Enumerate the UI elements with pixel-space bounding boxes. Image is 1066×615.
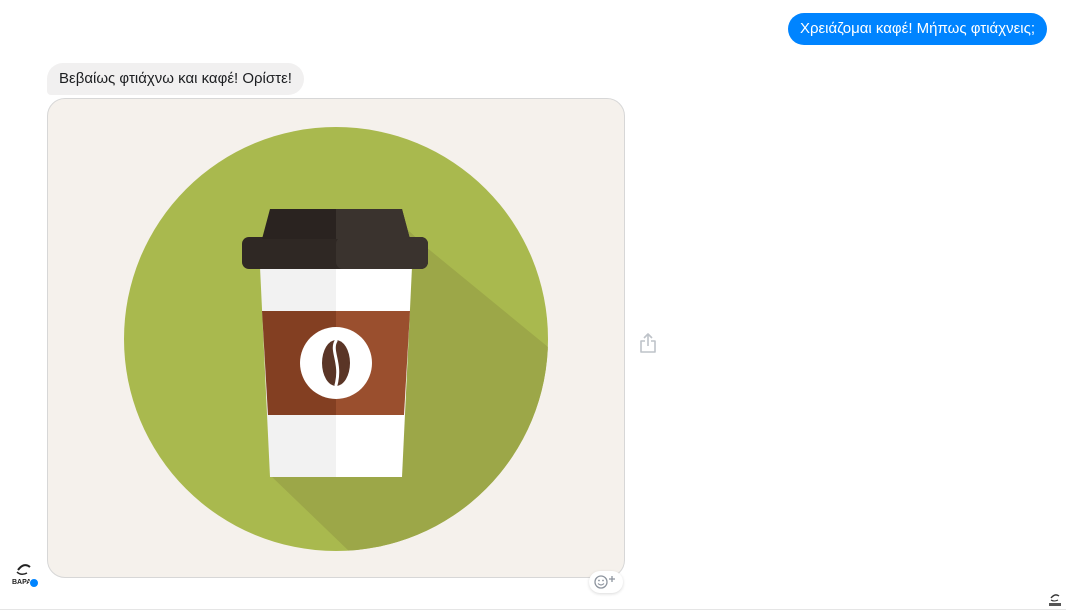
add-reaction-button[interactable] <box>589 571 623 593</box>
coffee-cup-icon <box>124 127 548 551</box>
message-bot[interactable]: Βεβαίως φτιάχνω και καφέ! Ορίστε! <box>47 63 304 95</box>
message-user[interactable]: Χρειάζομαι καφέ! Μήπως φτιάχνεις; <box>787 13 1047 45</box>
coffee-image-attachment[interactable] <box>47 98 625 578</box>
composer-divider <box>0 609 1066 610</box>
seen-indicator-avatar <box>1047 592 1063 608</box>
share-button[interactable] <box>637 331 659 355</box>
seen-avatar-logo <box>1049 594 1061 606</box>
add-reaction-icon <box>594 575 615 589</box>
avatar[interactable]: ΒΑΡΑ <box>9 559 39 589</box>
share-icon <box>640 333 656 353</box>
verified-badge-icon <box>29 578 39 588</box>
